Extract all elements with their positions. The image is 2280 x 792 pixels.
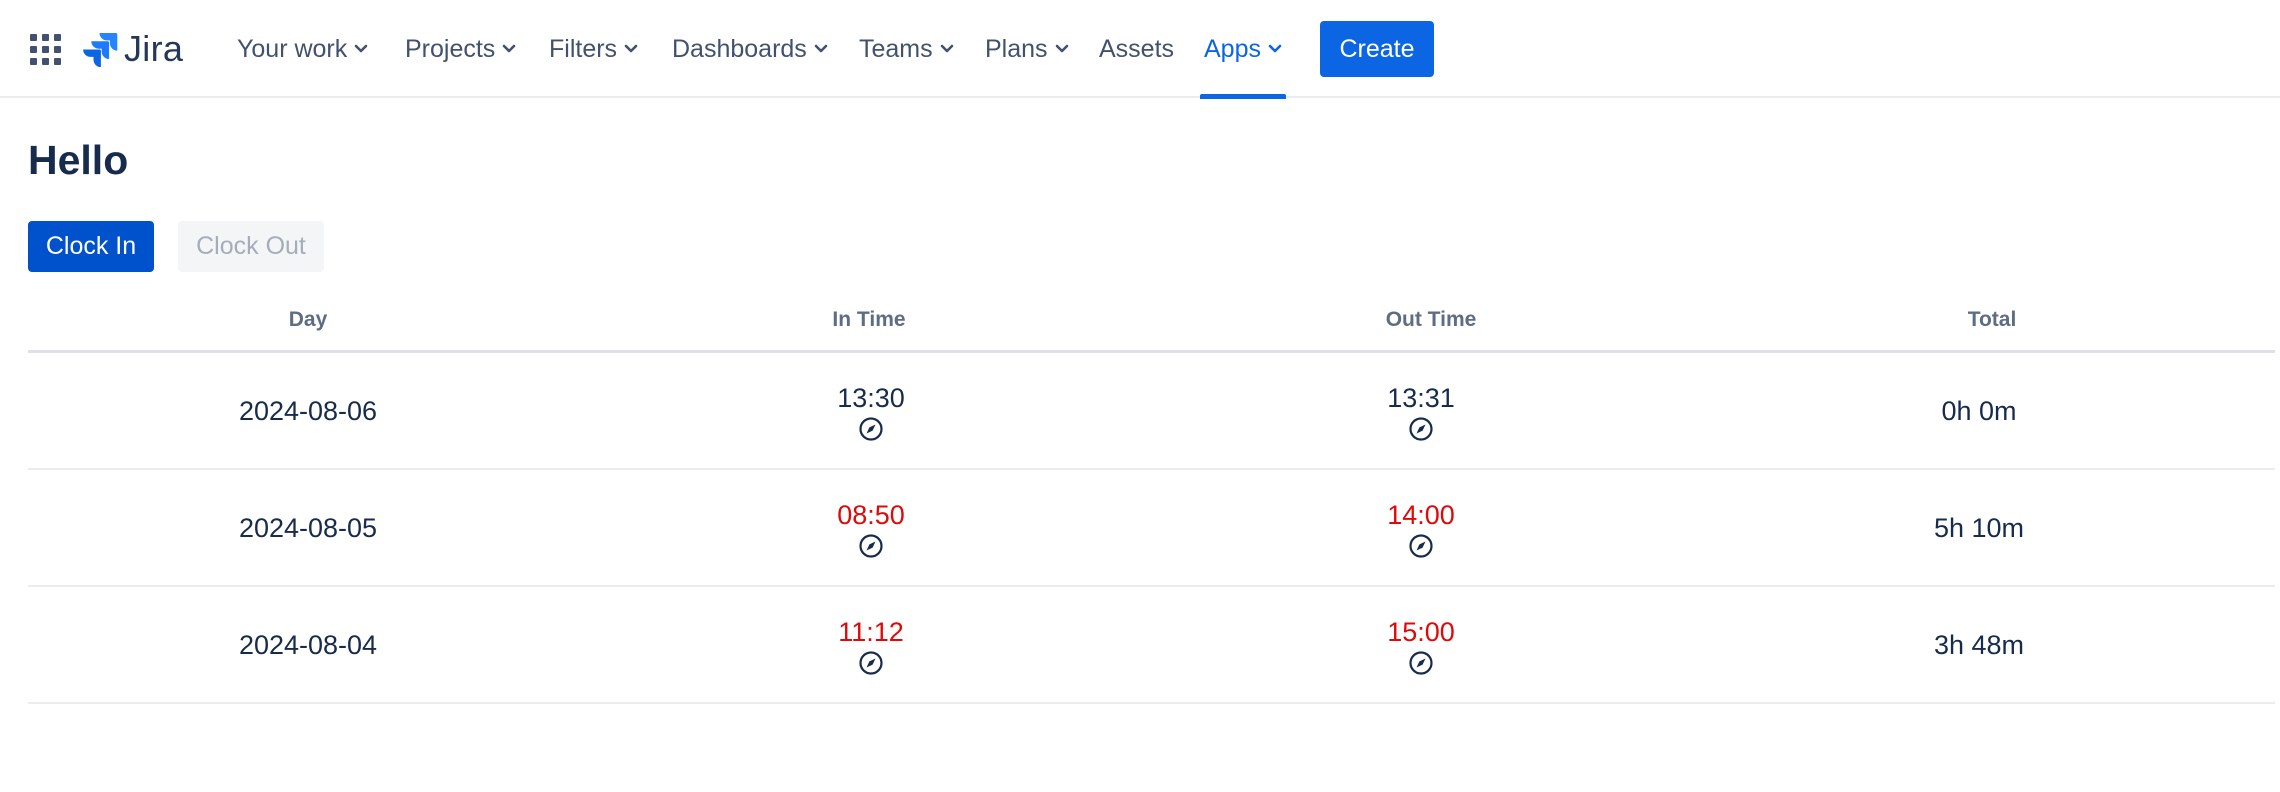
- active-tab-indicator: [1200, 94, 1286, 99]
- cell-out-time: 14:00: [1141, 470, 1701, 587]
- in-time-value: 13:30: [837, 383, 905, 413]
- table-header: Day In Time Out Time Total: [28, 300, 2275, 353]
- day-value: 2024-08-04: [238, 630, 378, 660]
- clock-out-button: Clock Out: [178, 221, 324, 272]
- compass-icon[interactable]: [1408, 416, 1434, 442]
- chevron-down-icon: [503, 44, 516, 53]
- in-time-value: 11:12: [838, 617, 904, 647]
- cell-total: 3h 48m: [1699, 587, 2259, 704]
- compass-icon[interactable]: [858, 650, 884, 676]
- compass-icon[interactable]: [1408, 533, 1434, 559]
- cell-out-time: 13:31: [1141, 353, 1701, 470]
- column-header-in-time: In Time: [832, 308, 906, 331]
- nav-label: Apps: [1204, 34, 1261, 63]
- nav-label: Your work: [237, 34, 348, 63]
- page-title: Hello: [28, 137, 129, 183]
- app-switcher-grid-icon[interactable]: [30, 34, 61, 65]
- nav-label: Dashboards: [672, 34, 807, 63]
- table-row: 2024-08-04 11:12 15:00 3h 48m: [28, 587, 2275, 704]
- nav-dashboards[interactable]: Dashboards: [672, 0, 828, 98]
- cell-total: 5h 10m: [1699, 470, 2259, 587]
- total-value: 3h 48m: [1933, 630, 2025, 660]
- compass-icon[interactable]: [858, 416, 884, 442]
- nav-label: Filters: [549, 34, 618, 63]
- out-time-value: 14:00: [1387, 500, 1455, 530]
- top-navigation: Jira Your work Projects Filters Dashboar…: [0, 0, 2280, 99]
- table-body: 2024-08-06 13:30 13:31 0h 0m 2024-08-05 …: [28, 353, 2275, 704]
- time-log-table: Day In Time Out Time Total 2024-08-06 13…: [28, 300, 2275, 704]
- nav-label: Plans: [985, 34, 1048, 63]
- column-header-day: Day: [288, 308, 328, 331]
- column-header-out-time: Out Time: [1385, 308, 1477, 331]
- chevron-down-icon: [940, 44, 953, 53]
- nav-assets[interactable]: Assets: [1099, 0, 1174, 98]
- chevron-down-icon: [1268, 44, 1282, 53]
- compass-icon[interactable]: [1408, 650, 1434, 676]
- cell-in-time: 11:12: [591, 587, 1151, 704]
- chevron-down-icon: [624, 44, 638, 53]
- in-time-value: 08:50: [837, 500, 905, 530]
- jira-logo-icon: [83, 33, 118, 67]
- nav-apps[interactable]: Apps: [1200, 0, 1286, 99]
- nav-projects[interactable]: Projects: [405, 0, 516, 98]
- nav-label: Projects: [405, 34, 496, 63]
- day-value: 2024-08-05: [238, 513, 378, 543]
- cell-out-time: 15:00: [1141, 587, 1701, 704]
- day-value: 2024-08-06: [238, 396, 378, 426]
- nav-your-work[interactable]: Your work: [237, 0, 368, 98]
- compass-icon[interactable]: [858, 533, 884, 559]
- total-value: 0h 0m: [1941, 396, 2017, 426]
- clock-in-button[interactable]: Clock In: [28, 221, 154, 272]
- table-row: 2024-08-06 13:30 13:31 0h 0m: [28, 353, 2275, 470]
- jira-logo[interactable]: Jira: [82, 28, 183, 70]
- chevron-down-icon: [354, 44, 368, 53]
- out-time-value: 13:31: [1387, 383, 1455, 413]
- cell-in-time: 13:30: [591, 353, 1151, 470]
- table-row: 2024-08-05 08:50 14:00 5h 10m: [28, 470, 2275, 587]
- create-button[interactable]: Create: [1320, 21, 1434, 77]
- cell-day: 2024-08-04: [28, 587, 588, 704]
- nav-label: Assets: [1099, 34, 1175, 63]
- app-name: Jira: [124, 28, 184, 69]
- cell-in-time: 08:50: [591, 470, 1151, 587]
- nav-label: Teams: [859, 34, 933, 63]
- nav-teams[interactable]: Teams: [859, 0, 954, 98]
- nav-filters[interactable]: Filters: [549, 0, 638, 98]
- nav-plans[interactable]: Plans: [985, 0, 1069, 98]
- chevron-down-icon: [814, 44, 828, 53]
- cell-total: 0h 0m: [1699, 353, 2259, 470]
- out-time-value: 15:00: [1387, 617, 1455, 647]
- cell-day: 2024-08-05: [28, 470, 588, 587]
- total-value: 5h 10m: [1933, 513, 2025, 543]
- cell-day: 2024-08-06: [28, 353, 588, 470]
- chevron-down-icon: [1055, 44, 1068, 53]
- column-header-total: Total: [1967, 308, 2017, 331]
